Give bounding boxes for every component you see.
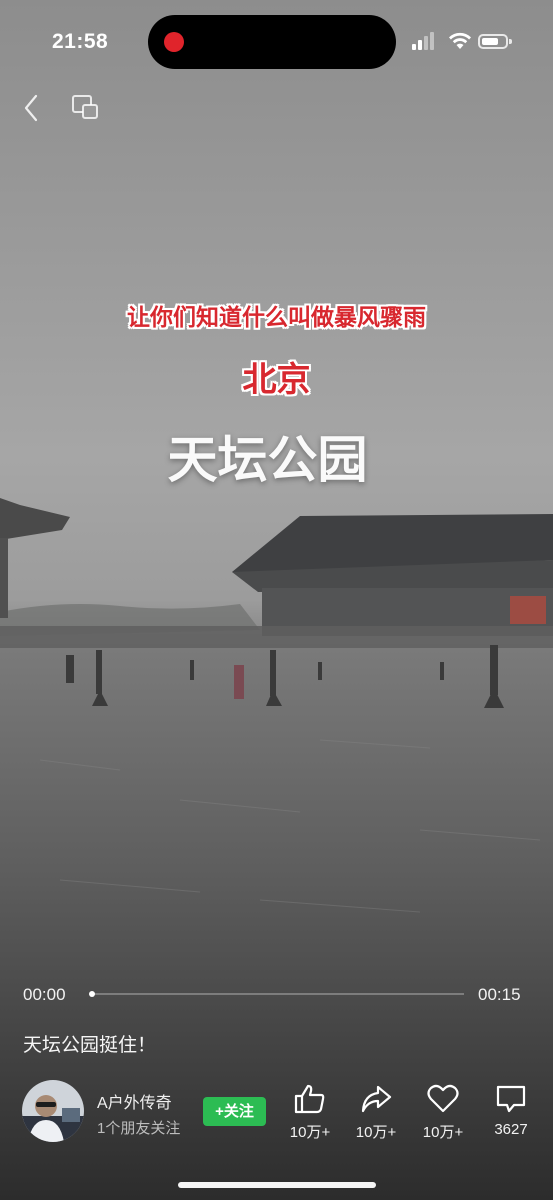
heart-icon <box>427 1084 459 1113</box>
status-icons <box>412 30 522 54</box>
current-time: 00:00 <box>23 985 66 1004</box>
post-description: 天坛公园挺住！ <box>23 1035 157 1056</box>
back-arrow-icon[interactable] <box>20 92 44 124</box>
like-button[interactable]: 10万+ <box>280 1083 340 1147</box>
dynamic-island <box>148 15 396 69</box>
progress-track[interactable] <box>89 991 464 997</box>
video-frame[interactable] <box>0 0 553 1200</box>
floating-window-icon[interactable] <box>70 92 100 122</box>
share-icon <box>361 1085 392 1113</box>
author-name[interactable]: A户外传奇 <box>97 1089 172 1113</box>
comment-count: 3627 <box>494 1121 528 1138</box>
progress-thumb[interactable] <box>89 991 95 997</box>
video-caption-line1: 让你们知道什么叫做暴风骤雨 <box>127 304 426 331</box>
wifi-icon <box>449 32 471 49</box>
status-time: 21:58 <box>52 30 109 53</box>
favorite-count: 10万+ <box>422 1124 464 1141</box>
home-indicator <box>178 1182 376 1188</box>
cellular-signal-icon <box>412 32 440 50</box>
favorite-button[interactable]: 10万+ <box>413 1083 473 1147</box>
share-count: 10万+ <box>355 1124 397 1141</box>
comment-icon <box>496 1085 526 1113</box>
author-action-bar: A户外传奇 1个朋友关注 +关注 10万+ 10万+ 10万+ 3627 <box>0 1075 553 1155</box>
video-caption-line3: 天坛公园 <box>167 430 368 489</box>
thumbs-up-icon <box>294 1084 325 1114</box>
video-progress[interactable]: 00:00 00:15 <box>0 982 553 1008</box>
duration: 00:15 <box>478 985 521 1004</box>
share-button[interactable]: 10万+ <box>346 1083 406 1147</box>
author-subtitle: 1个朋友关注 <box>97 1120 181 1137</box>
author-avatar[interactable] <box>22 1080 84 1142</box>
follow-button[interactable]: +关注 <box>203 1097 266 1126</box>
video-caption-line2: 北京 <box>242 360 311 400</box>
comment-button[interactable]: 3627 <box>481 1083 541 1147</box>
like-count: 10万+ <box>289 1124 331 1141</box>
recording-indicator-icon <box>164 32 184 52</box>
battery-icon <box>478 34 512 49</box>
status-bar: 21:58 <box>0 0 553 84</box>
